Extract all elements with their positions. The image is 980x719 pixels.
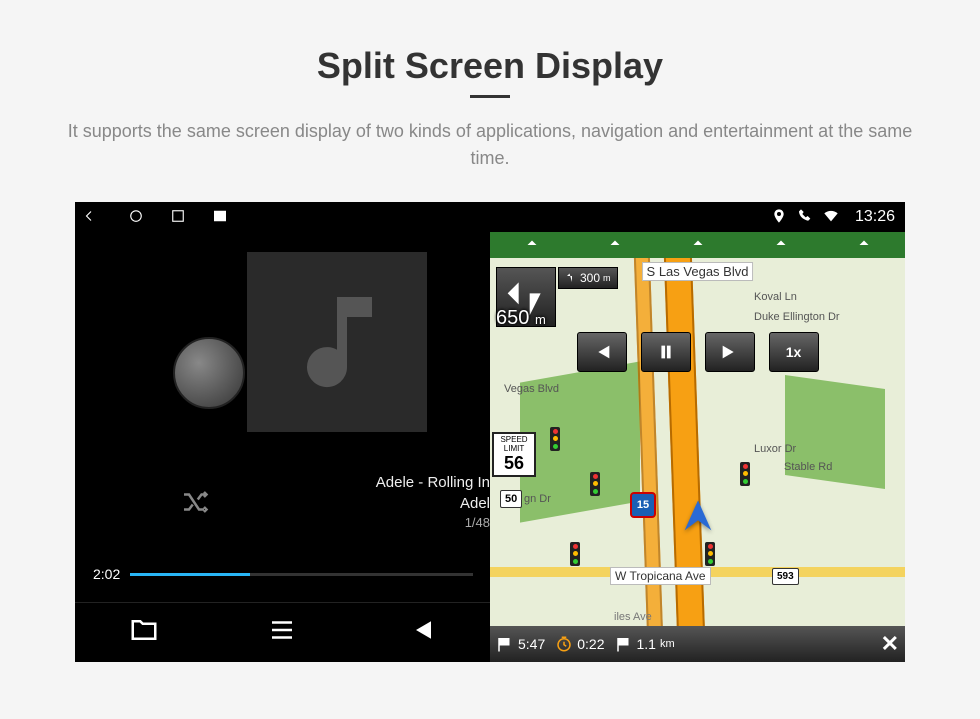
playlist-button[interactable]	[267, 615, 297, 650]
skip-next-button[interactable]	[705, 332, 755, 372]
traffic-light-icon	[570, 542, 580, 566]
folder-button[interactable]	[129, 615, 159, 650]
title-underline	[470, 95, 510, 98]
elapsed-time: 2:02	[93, 566, 120, 582]
street-label: gn Dr	[520, 492, 555, 506]
street-label: E Reno Ave	[903, 434, 905, 500]
traffic-light-icon	[740, 462, 750, 486]
street-label: Stable Rd	[780, 460, 836, 474]
album-art-placeholder	[247, 252, 427, 432]
seek-bar[interactable]	[130, 573, 473, 576]
clock-icon	[555, 635, 573, 653]
traffic-light-icon	[705, 542, 715, 566]
lane-arrow-icon	[689, 236, 707, 254]
navigation-bottom-bar: 5:47 0:22 1.1 km ✕	[490, 626, 905, 662]
state-route-shield: 593	[772, 568, 799, 585]
traffic-light-icon	[590, 472, 600, 496]
status-bar: 13:26	[75, 202, 905, 232]
eta-chip: 5:47	[496, 635, 545, 653]
flag-icon	[496, 635, 514, 653]
wifi-icon	[823, 208, 839, 227]
traffic-light-icon	[550, 427, 560, 451]
lane-arrow-icon	[606, 236, 624, 254]
track-info: Adele - Rolling In Adel 1/48	[376, 472, 490, 532]
home-icon[interactable]	[127, 207, 145, 228]
lane-arrow-icon	[523, 236, 541, 254]
speed-limit-sign: SPEED LIMIT 56	[492, 432, 536, 477]
picture-icon[interactable]	[211, 207, 229, 228]
map-controls: 1x	[577, 332, 819, 372]
next-turn-secondary-distance: 300 m	[558, 267, 618, 289]
speed-button[interactable]: 1x	[769, 332, 819, 372]
recent-apps-icon[interactable]	[169, 207, 187, 228]
street-label: Luxor Dr	[750, 442, 800, 456]
previous-button[interactable]	[406, 615, 436, 650]
close-button[interactable]: ✕	[881, 631, 899, 657]
current-street-label: S Las Vegas Blvd	[642, 262, 754, 281]
distance-chip: 1.1 km	[615, 635, 675, 653]
track-title: Adele - Rolling In	[376, 472, 490, 493]
next-turn-main-distance: 650 m	[496, 307, 546, 330]
shuffle-button[interactable]	[179, 487, 209, 522]
lane-guidance-bar	[490, 232, 905, 258]
phone-icon	[797, 208, 813, 227]
clock-text: 13:26	[855, 208, 895, 226]
street-label: Koval Ln	[750, 290, 801, 304]
street-label: iles Ave	[610, 610, 656, 624]
music-note-icon	[277, 282, 397, 402]
interstate-shield: 15	[630, 492, 656, 518]
remaining-time-chip: 0:22	[555, 635, 604, 653]
street-label: Duke Ellington Dr	[750, 310, 844, 324]
page-title: Split Screen Display	[317, 45, 663, 87]
skip-previous-button[interactable]	[577, 332, 627, 372]
music-bottom-nav	[75, 602, 490, 662]
navigation-pane: S Las Vegas Blvd 300 m 650 m	[490, 232, 905, 662]
play-orb-button[interactable]	[173, 337, 245, 409]
street-label: W Tropicana Ave	[610, 567, 711, 585]
us-route-shield: 50	[500, 490, 522, 508]
pause-button[interactable]	[641, 332, 691, 372]
device-frame: 13:26 Adele - Rolling In Adel 1/48	[75, 202, 905, 662]
vehicle-cursor-icon	[678, 497, 718, 542]
location-icon	[771, 208, 787, 227]
flag-icon	[615, 635, 633, 653]
lane-arrow-icon	[855, 236, 873, 254]
page-subtitle: It supports the same screen display of t…	[60, 118, 920, 172]
street-label: Vegas Blvd	[500, 382, 563, 396]
progress-row: 2:02	[93, 566, 473, 582]
lane-arrow-icon	[772, 236, 790, 254]
back-icon[interactable]	[85, 207, 103, 228]
track-artist: Adel	[376, 493, 490, 514]
music-pane: Adele - Rolling In Adel 1/48 2:02	[75, 232, 490, 662]
track-index: 1/48	[376, 514, 490, 532]
